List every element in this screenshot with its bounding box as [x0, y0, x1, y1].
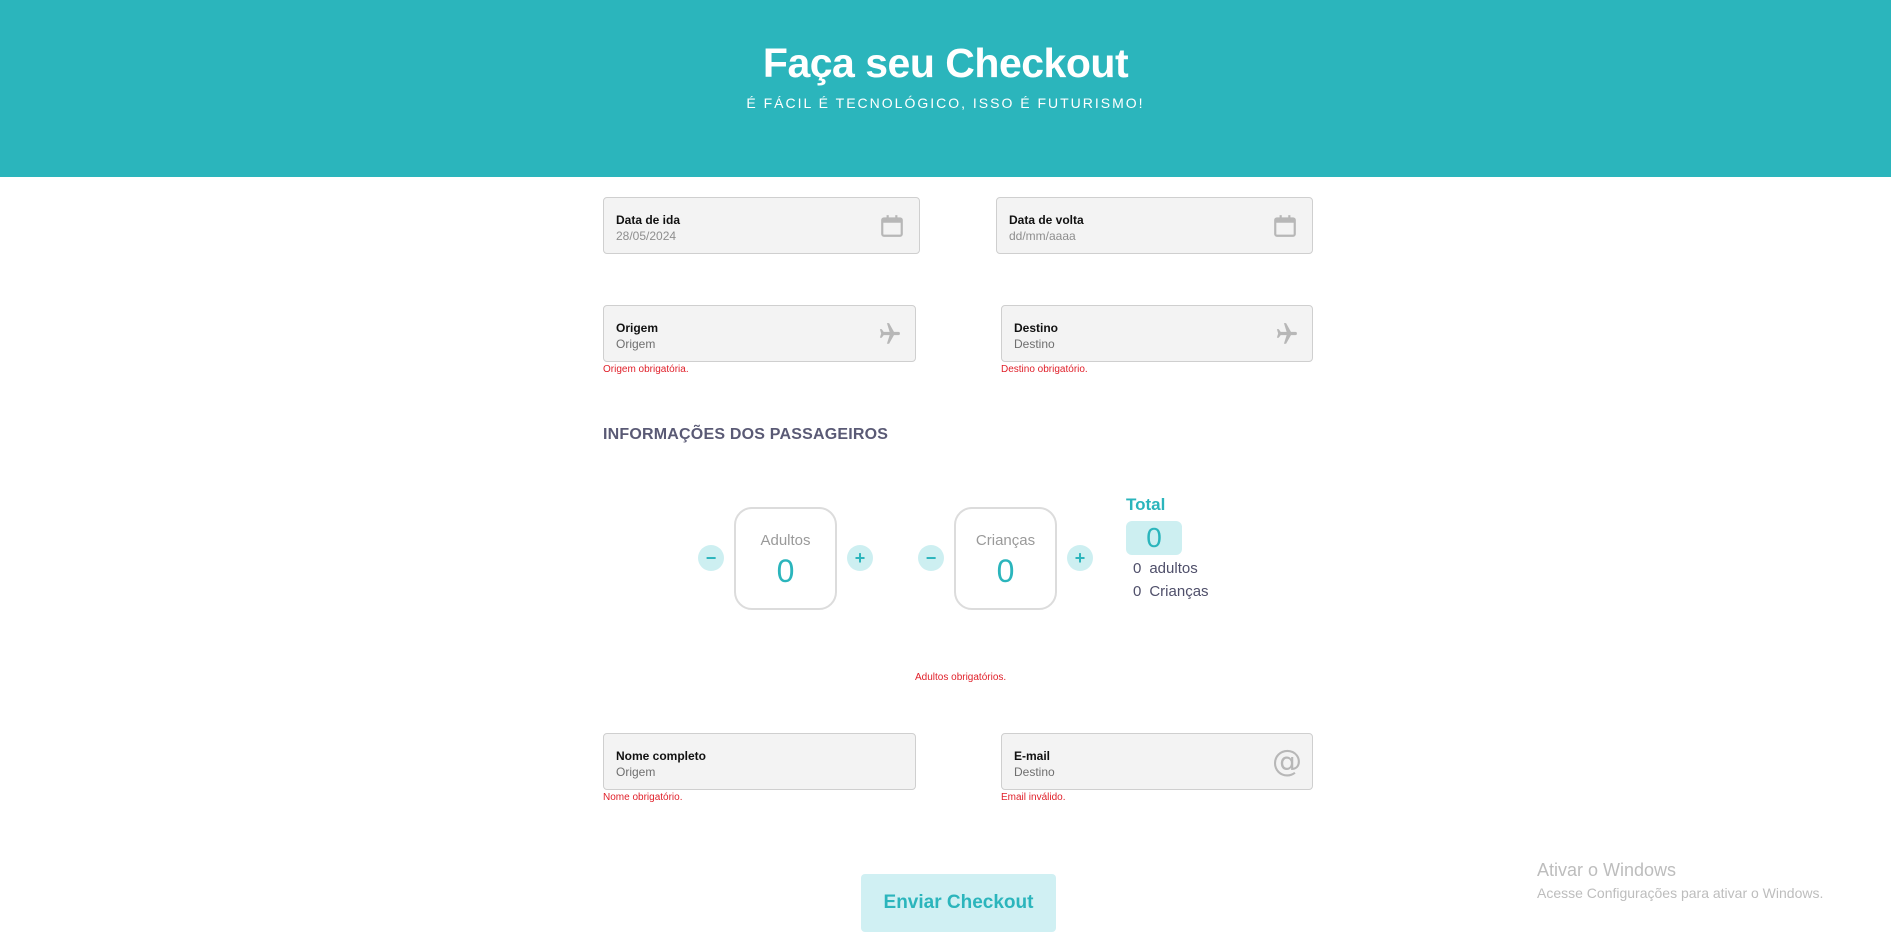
email-error: Email inválido.: [1001, 792, 1066, 803]
return-date-placeholder[interactable]: dd/mm/aaaa: [1009, 229, 1076, 243]
origin-field[interactable]: Origem Origem: [603, 305, 916, 362]
header-banner: Faça seu Checkout É FÁCIL É TECNOLÓGICO,…: [0, 0, 1891, 177]
adults-increment-button[interactable]: +: [847, 545, 873, 571]
adults-counter: Adultos 0: [734, 507, 837, 610]
calendar-icon[interactable]: [1272, 212, 1298, 240]
windows-activation-subtitle: Acesse Configurações para ativar o Windo…: [1537, 885, 1824, 901]
full-name-label: Nome completo: [616, 749, 707, 763]
total-children-count: 0: [1133, 583, 1142, 600]
adults-error: Adultos obrigatórios.: [915, 672, 1007, 683]
full-name-field[interactable]: Nome completo Origem: [603, 733, 916, 790]
children-counter: Crianças 0: [954, 507, 1057, 610]
calendar-icon[interactable]: [879, 212, 905, 240]
page-subtitle: É FÁCIL É TECNOLÓGICO, ISSO É FUTURISMO!: [746, 95, 1145, 111]
total-badge: 0: [1126, 521, 1182, 555]
adults-decrement-button[interactable]: −: [698, 545, 724, 571]
total-label: Total: [1126, 495, 1166, 514]
checkout-page: Faça seu Checkout É FÁCIL É TECNOLÓGICO,…: [0, 0, 1891, 944]
full-name-input[interactable]: Origem: [616, 765, 655, 779]
email-input[interactable]: Destino: [1014, 765, 1055, 779]
total-children-text: Crianças: [1149, 583, 1209, 600]
adults-value: 0: [776, 553, 795, 589]
children-label: Crianças: [975, 532, 1036, 549]
total-adults-count: 0: [1133, 560, 1142, 577]
total-adults-text: adultos: [1149, 560, 1198, 577]
departure-date-field[interactable]: Data de ida 28/05/2024: [603, 197, 920, 254]
full-name-error: Nome obrigatório.: [603, 792, 683, 803]
destination-error: Destino obrigatório.: [1001, 364, 1088, 375]
windows-activation-title: Ativar o Windows: [1537, 860, 1677, 880]
adults-label: Adultos: [760, 532, 811, 549]
submit-checkout-button[interactable]: Enviar Checkout: [861, 874, 1056, 932]
return-date-label: Data de volta: [1009, 213, 1084, 227]
origin-label: Origem: [616, 321, 659, 335]
page-title: Faça seu Checkout: [762, 40, 1129, 86]
destination-field[interactable]: Destino Destino: [1001, 305, 1313, 362]
children-decrement-button[interactable]: −: [918, 545, 944, 571]
airplane-icon: [1272, 320, 1298, 348]
departure-date-value[interactable]: 28/05/2024: [616, 229, 676, 243]
return-date-field[interactable]: Data de volta dd/mm/aaaa: [996, 197, 1313, 254]
airplane-icon: [875, 320, 901, 348]
total-children-line: 0 Crianças: [1133, 583, 1209, 600]
departure-date-label: Data de ida: [616, 213, 681, 227]
children-value: 0: [996, 553, 1015, 589]
at-sign-icon: @: [1272, 744, 1302, 779]
destination-input[interactable]: Destino: [1014, 337, 1055, 351]
email-label: E-mail: [1014, 749, 1051, 763]
destination-label: Destino: [1014, 321, 1059, 335]
children-increment-button[interactable]: +: [1067, 545, 1093, 571]
total-adults-line: 0 adultos: [1133, 560, 1198, 577]
passengers-section-title: INFORMAÇÕES DOS PASSAGEIROS: [603, 426, 889, 443]
origin-error: Origem obrigatória.: [603, 364, 689, 375]
origin-input[interactable]: Origem: [616, 337, 655, 351]
email-field[interactable]: E-mail Destino @: [1001, 733, 1313, 790]
